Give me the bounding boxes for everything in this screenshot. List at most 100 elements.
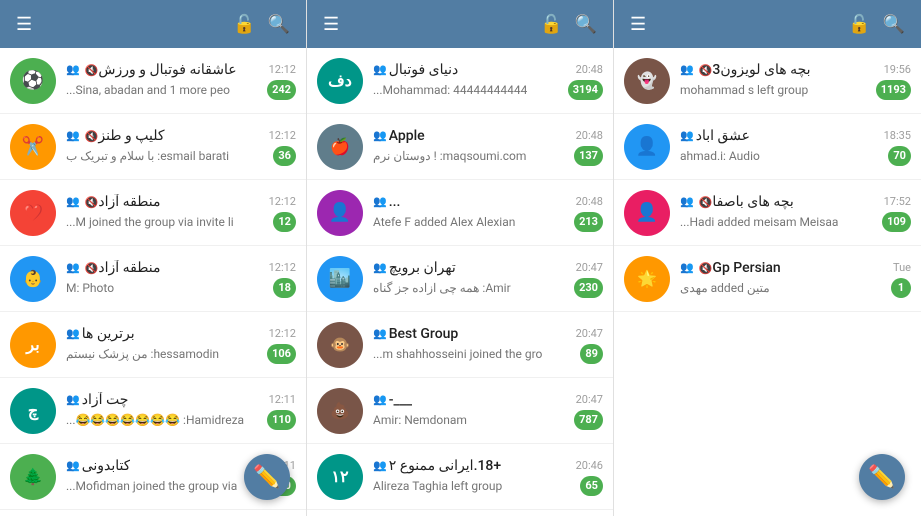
- chat-time: 20:48: [576, 129, 603, 142]
- group-icon: 👥: [373, 327, 387, 340]
- lock-icon-left[interactable]: 🔓: [227, 10, 261, 39]
- chat-time: 19:56: [884, 63, 911, 76]
- chat-name: کلیپ و طنز🔇: [82, 128, 165, 144]
- chat-bottom-row: hessamodin: من پزشک نیستم106: [66, 344, 296, 364]
- chat-item[interactable]: 👻👥بچه های لویزون3🔇19:56mohammad s left g…: [614, 48, 921, 114]
- chat-name: عشق اباد: [696, 128, 750, 144]
- chat-time: 20:48: [576, 195, 603, 208]
- panel-left: ☰ 🔓 🔍 ⚽👥عاشقانه فوتبال و ورزش🔇12:12Sina,…: [0, 0, 307, 516]
- chat-time: Tue: [893, 261, 911, 274]
- chat-item[interactable]: ⚽👥عاشقانه فوتبال و ورزش🔇12:12Sina, abada…: [0, 48, 306, 114]
- chat-bottom-row: متین added مهدی 1: [680, 278, 911, 298]
- avatar: 👻: [624, 58, 670, 104]
- unread-badge: 106: [267, 344, 296, 364]
- unread-badge: 787: [574, 410, 603, 430]
- chat-content: 👥منطقه آزاد🔇12:12M: Photo18: [66, 260, 296, 298]
- chat-message: متین added مهدی: [680, 281, 770, 295]
- search-icon-mid[interactable]: 🔍: [569, 10, 603, 39]
- group-icon: 👥: [373, 261, 387, 274]
- chat-time: 12:12: [269, 63, 296, 76]
- unread-badge: 3194: [568, 80, 603, 100]
- chat-name: بچه های لویزون3🔇: [696, 62, 811, 78]
- chat-item[interactable]: ۱۲👥+18.ایرانی ممنوع ۲20:46Alireza Taghia…: [307, 444, 613, 510]
- chat-item[interactable]: 💩👥___-20:47Amir: Nemdonam787: [307, 378, 613, 444]
- group-icon: 👥: [680, 195, 694, 208]
- chat-item[interactable]: بر👥برترین ها12:12hessamodin: من پزشک نیس…: [0, 312, 306, 378]
- chat-top-row: 👥بچه های لویزون3🔇19:56: [680, 62, 911, 78]
- chat-message: Mohammad: 44444444444...: [373, 83, 527, 97]
- chat-item[interactable]: 🏙️👥تهران برویچ20:47Amir: همه چی ازاده جز…: [307, 246, 613, 312]
- unread-badge: 137: [574, 146, 603, 166]
- search-icon-left[interactable]: 🔍: [262, 10, 296, 39]
- chat-bottom-row: m shahhosseini joined the gro...89: [373, 344, 603, 364]
- menu-icon-left[interactable]: ☰: [10, 10, 38, 39]
- chat-item[interactable]: 👶👥منطقه آزاد🔇12:12M: Photo18: [0, 246, 306, 312]
- chat-item[interactable]: 🍎👥Apple20:48maqsoumi.com: ! دوستان نرم13…: [307, 114, 613, 180]
- chat-bottom-row: mohammad s left group1193: [680, 80, 911, 100]
- name-row: 👥Gp Persian🔇: [680, 260, 887, 276]
- muted-icon: 🔇: [85, 64, 99, 77]
- app-container: ☰ 🔓 🔍 ⚽👥عاشقانه فوتبال و ورزش🔇12:12Sina,…: [0, 0, 921, 516]
- avatar: 💩: [317, 388, 363, 434]
- edit-icon: ✏️: [253, 465, 280, 490]
- chat-top-row: 👥بچه های باصفا🔇17:52: [680, 194, 911, 210]
- unread-badge: 109: [882, 212, 911, 232]
- chat-top-row: 👥کلیپ و طنز🔇12:12: [66, 128, 296, 144]
- chat-item[interactable]: چ👥چت آزاد12:11Hamidreza: 😂😂😂😂😂😂😂...110: [0, 378, 306, 444]
- chat-top-row: 👥منطقه آزاد🔇12:12: [66, 194, 296, 210]
- lock-icon-right[interactable]: 🔓: [842, 10, 876, 39]
- unread-badge: 242: [267, 80, 296, 100]
- name-row: 👥بچه های باصفا🔇: [680, 194, 878, 210]
- chat-item[interactable]: بر👥طنز و خنده (برترین ها)Meysam joined t…: [0, 510, 306, 516]
- unread-badge: 18: [273, 278, 296, 298]
- chat-message: Hamidreza: 😂😂😂😂😂😂😂...: [66, 413, 244, 427]
- muted-icon: 🔇: [699, 64, 713, 77]
- chat-content: 👥Gp Persian🔇 Tue متین added مهدی 1: [680, 260, 911, 298]
- chat-item[interactable]: ❤️👥منطقه آزاد🔇12:12M joined the group vi…: [0, 180, 306, 246]
- unread-badge: 12: [273, 212, 296, 232]
- fab-compose-button[interactable]: ✏️: [244, 454, 290, 500]
- chat-bottom-row: Mohammad: 44444444444... 3194: [373, 80, 603, 100]
- lock-icon-mid[interactable]: 🔓: [534, 10, 568, 39]
- chat-name: Gp Persian🔇: [696, 260, 781, 276]
- fab-compose-button[interactable]: ✏️: [859, 454, 905, 500]
- panel-right: ☰ 🔓 🔍 👻 👥 بچه های لویزون3🔇 19:56 mohammad s …: [614, 0, 921, 516]
- chat-content: 👥کلیپ و طنز🔇12:12 esmail barati: با سلام …: [66, 128, 296, 166]
- chat-item[interactable]: 🌟👥Gp Persian🔇Tueمتین added مهدی1: [614, 246, 921, 312]
- name-row: 👥عاشقانه فوتبال و ورزش🔇: [66, 62, 263, 78]
- search-icon-right[interactable]: 🔍: [877, 10, 911, 39]
- menu-icon-right[interactable]: ☰: [624, 10, 652, 39]
- chat-content: 👥عشق اباد18:35ahmad.i: Audio70: [680, 128, 911, 166]
- chat-bottom-row: esmail barati: با سلام و تبریک ب36: [66, 146, 296, 166]
- chat-item[interactable]: 👤 👥...20:48Atefe F added Alex Alexian213: [307, 180, 613, 246]
- chat-content: 👥...20:48Atefe F added Alex Alexian213: [373, 194, 603, 232]
- chat-bottom-row: M: Photo18: [66, 278, 296, 298]
- chat-item[interactable]: ✂️ 👥کلیپ و طنز🔇12:12 esmail barati: با سلا…: [0, 114, 306, 180]
- unread-badge: 36: [273, 146, 296, 166]
- chat-content: 👥عاشقانه فوتبال و ورزش🔇12:12Sina, abadan…: [66, 62, 296, 100]
- group-icon: 👥: [66, 261, 80, 274]
- unread-badge: 1: [891, 278, 911, 298]
- name-row: 👥Best Group: [373, 326, 570, 342]
- avatar: 👤: [317, 190, 363, 236]
- chat-time: 12:11: [269, 393, 296, 406]
- menu-icon-mid[interactable]: ☰: [317, 10, 345, 39]
- chat-item[interactable]: 👤👥بچه های باصفا🔇17:52Hadi added meisam M…: [614, 180, 921, 246]
- avatar: ✂️: [10, 124, 56, 170]
- chat-item[interactable]: دف👥دنیای فوتبال20:48Mohammad: 4444444444…: [307, 48, 613, 114]
- chat-item[interactable]: 👤👥عشق اباد18:35ahmad.i: Audio70: [614, 114, 921, 180]
- group-icon: 👥: [66, 459, 80, 472]
- group-icon: 👥: [373, 195, 387, 208]
- chat-item[interactable]: 🐵👥Best Group20:47m shahhosseini joined t…: [307, 312, 613, 378]
- name-row: 👥منطقه آزاد🔇: [66, 260, 263, 276]
- chat-list-right: 👻 👥 بچه های لویزون3🔇 19:56 mohammad s left g…: [614, 48, 921, 516]
- chat-top-row: 👥...20:48: [373, 194, 603, 210]
- name-row: 👥تهران برویچ: [373, 260, 570, 276]
- name-row: 👥منطقه آزاد🔇: [66, 194, 263, 210]
- chat-top-row: 👥تهران برویچ20:47: [373, 260, 603, 276]
- chat-list-left: ⚽👥عاشقانه فوتبال و ورزش🔇12:12Sina, abada…: [0, 48, 306, 516]
- chat-bottom-row: Hadi added meisam Meisaa...109: [680, 212, 911, 232]
- chat-item[interactable]: T👥Tabadol20:46farshid joined the group v…: [307, 510, 613, 516]
- name-row: 👥عشق اباد: [680, 128, 878, 144]
- chat-content: 👥بچه های باصفا🔇17:52 Hadi added meisam Me…: [680, 194, 911, 232]
